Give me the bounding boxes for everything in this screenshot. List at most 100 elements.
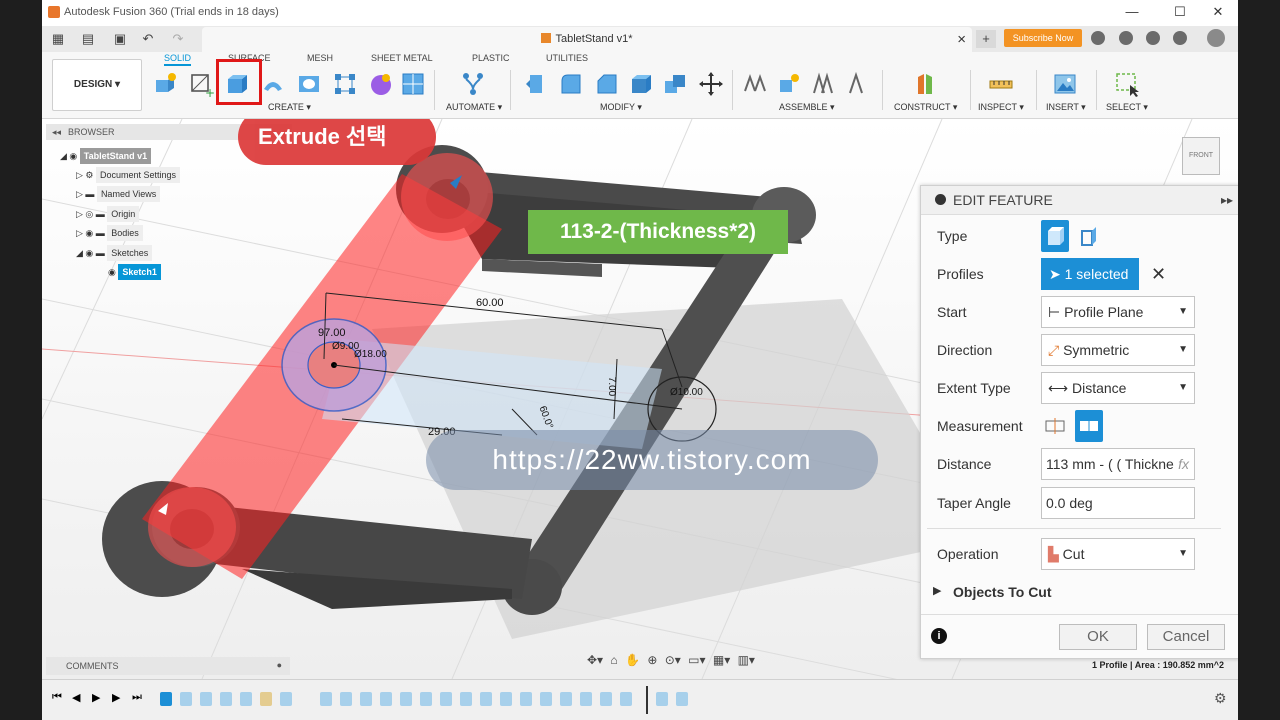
measurement-whole-length-button[interactable] [1075, 410, 1103, 442]
tree-item-sketches[interactable]: ◢ ◉ ▬ Sketches [76, 245, 153, 261]
cancel-button[interactable]: Cancel [1147, 624, 1225, 650]
zoom-window-icon[interactable]: ⊙▾ [665, 653, 681, 667]
shell-icon[interactable] [628, 71, 654, 97]
dimension-label[interactable]: Ø10.00 [670, 387, 703, 398]
timeline-feature[interactable] [360, 692, 372, 706]
create-menu[interactable]: CREATE ▾ [268, 102, 311, 113]
timeline-feature[interactable] [540, 692, 552, 706]
inspect-menu[interactable]: INSPECT ▾ [978, 102, 1024, 113]
minimize-button[interactable]: — [1122, 3, 1142, 21]
timeline-feature[interactable] [320, 692, 332, 706]
timeline-feature[interactable] [260, 692, 272, 706]
timeline-feature[interactable] [200, 692, 212, 706]
construct-menu[interactable]: CONSTRUCT ▾ [894, 102, 957, 113]
tab-plastic[interactable]: PLASTIC [472, 53, 510, 63]
tab-mesh[interactable]: MESH [307, 53, 333, 63]
tab-sheet-metal[interactable]: SHEET METAL [371, 53, 433, 63]
profiles-selection[interactable]: ➤ 1 selected [1041, 258, 1139, 290]
tab-solid[interactable]: SOLID [164, 53, 192, 66]
save-icon[interactable]: ▣ [110, 30, 130, 48]
operation-dropdown[interactable]: ▙ Cut ▼ [1041, 538, 1195, 570]
timeline-feature[interactable] [520, 692, 532, 706]
combine-icon[interactable] [662, 71, 688, 97]
go-to-end-icon[interactable]: ⏭ [132, 691, 142, 704]
viewports-icon[interactable]: ▥▾ [738, 653, 755, 667]
revolve-icon[interactable] [260, 71, 286, 97]
dimension-label[interactable]: 97.00 [318, 327, 346, 339]
timeline-feature[interactable] [620, 692, 632, 706]
dimension-label[interactable]: 60.00 [476, 297, 504, 309]
fillet-icon[interactable] [558, 71, 584, 97]
grid-settings-icon[interactable]: ▦▾ [713, 653, 730, 667]
comments-panel[interactable]: COMMENTS ● [46, 657, 290, 675]
timeline-feature[interactable] [676, 692, 688, 706]
clear-selection-icon[interactable]: ✕ [1151, 264, 1166, 285]
undo-icon[interactable]: ↶ [138, 30, 158, 48]
as-built-joint-icon[interactable] [810, 71, 836, 97]
dimension-label[interactable]: 7.00 [606, 377, 617, 396]
file-menu-icon[interactable]: ▤ [78, 30, 98, 48]
workspace-dropdown[interactable]: DESIGN ▾ [52, 59, 142, 111]
insert-derive-icon[interactable] [400, 71, 426, 97]
ok-button[interactable]: OK [1059, 624, 1137, 650]
pan-icon[interactable]: ✋ [625, 653, 640, 667]
add-comment-icon[interactable]: ● [277, 660, 282, 670]
tree-item-origin[interactable]: ▷ ◎ ▬ Origin [76, 206, 140, 222]
timeline-marker[interactable] [646, 686, 648, 714]
timeline-feature[interactable] [180, 692, 192, 706]
subscribe-button[interactable]: Subscribe Now [1004, 29, 1082, 47]
timeline-feature[interactable] [440, 692, 452, 706]
tree-item-named-views[interactable]: ▷ ▬ Named Views [76, 186, 161, 202]
select-menu[interactable]: SELECT ▾ [1106, 102, 1148, 113]
timeline-feature[interactable] [400, 692, 412, 706]
zoom-icon[interactable]: ⊕ [647, 653, 657, 667]
timeline-feature[interactable] [460, 692, 472, 706]
insert-menu[interactable]: INSERT ▾ [1046, 102, 1086, 113]
view-cube[interactable]: FRONT [1182, 137, 1220, 175]
timeline-settings-gear-icon[interactable]: ⚙ [1214, 690, 1227, 707]
timeline-feature[interactable] [480, 692, 492, 706]
close-button[interactable]: ✕ [1208, 3, 1228, 21]
rigid-group-icon[interactable] [844, 71, 870, 97]
timeline-feature[interactable] [240, 692, 252, 706]
tree-item-root[interactable]: ◢ ◉ TabletStand v1 [60, 148, 152, 164]
timeline-feature[interactable] [560, 692, 572, 706]
joint-icon[interactable] [776, 71, 802, 97]
redo-icon[interactable]: ↷ [168, 30, 188, 48]
timeline-feature[interactable] [220, 692, 232, 706]
direction-dropdown[interactable]: ⤢ Symmetric ▼ [1041, 334, 1195, 366]
timeline-feature[interactable] [160, 692, 172, 706]
new-component-assemble-icon[interactable] [742, 71, 768, 97]
start-dropdown[interactable]: ⊢ Profile Plane ▼ [1041, 296, 1195, 328]
timeline-feature[interactable] [600, 692, 612, 706]
select-icon[interactable] [1114, 71, 1140, 97]
pattern-icon[interactable] [332, 71, 358, 97]
apps-grid-icon[interactable]: ▦ [48, 30, 68, 48]
expand-triangle-icon[interactable]: ▶ [933, 584, 941, 597]
construct-plane-icon[interactable] [912, 71, 938, 97]
move-copy-icon[interactable] [698, 71, 724, 97]
timeline-feature[interactable] [656, 692, 668, 706]
timeline-feature[interactable] [280, 692, 292, 706]
timeline-feature[interactable] [500, 692, 512, 706]
play-icon[interactable]: ▶ [92, 691, 100, 704]
notifications-icon[interactable] [1146, 31, 1160, 45]
display-settings-icon[interactable]: ▭▾ [688, 653, 705, 667]
measure-icon[interactable] [988, 71, 1014, 97]
objects-to-cut-toggle[interactable]: Objects To Cut [953, 584, 1052, 600]
user-avatar[interactable] [1207, 29, 1225, 47]
timeline-feature[interactable] [380, 692, 392, 706]
extent-type-dropdown[interactable]: ⟷ Distance ▼ [1041, 372, 1195, 404]
orbit-icon[interactable]: ✥▾ [587, 653, 603, 667]
collapse-icon[interactable]: ◂◂ [52, 127, 61, 138]
create-form-icon[interactable] [368, 71, 394, 97]
timeline-feature[interactable] [340, 692, 352, 706]
automate-menu[interactable]: AUTOMATE ▾ [446, 102, 502, 113]
insert-image-icon[interactable] [1052, 71, 1078, 97]
taper-angle-input[interactable]: 0.0 deg [1041, 487, 1195, 519]
distance-input[interactable]: 113 mm - ( ( Thickne fx [1041, 448, 1195, 480]
hole-icon[interactable] [296, 71, 322, 97]
chamfer-icon[interactable] [594, 71, 620, 97]
look-at-icon[interactable]: ⌂ [610, 653, 617, 667]
timeline-feature[interactable] [420, 692, 432, 706]
